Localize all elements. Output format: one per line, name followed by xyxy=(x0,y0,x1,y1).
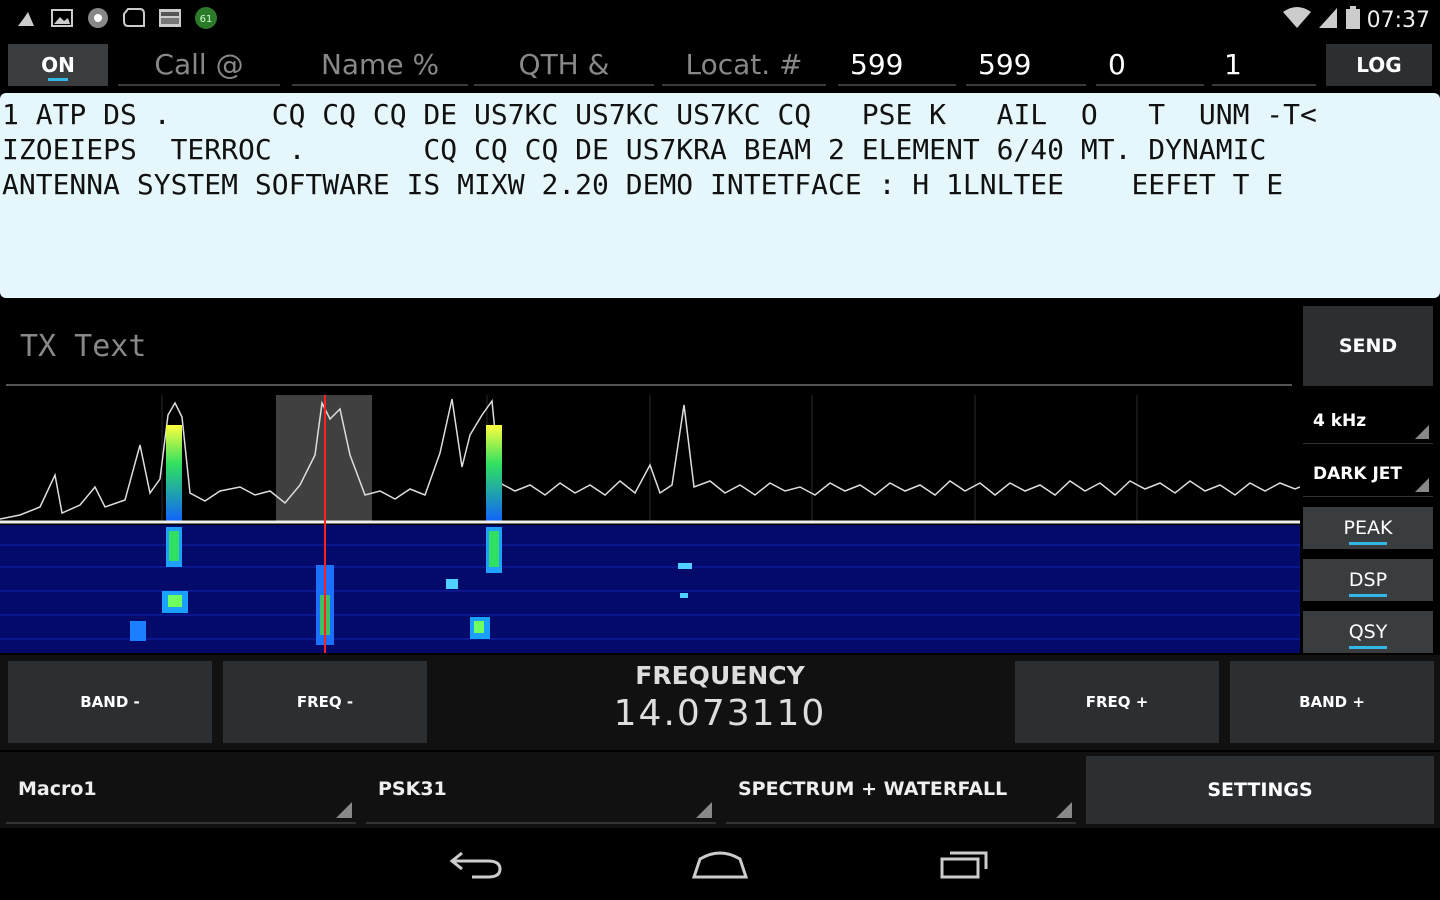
rx-line: IZOEIEPS TERROC . CQ CQ CQ DE US7KRA BEA… xyxy=(2,133,1267,166)
signal-icon xyxy=(1317,6,1339,34)
on-toggle-button[interactable]: ON xyxy=(8,44,108,86)
notification-icon: 61 xyxy=(194,6,218,30)
clock: 07:37 xyxy=(1366,7,1430,33)
freq-down-button[interactable]: FREQ - xyxy=(223,661,427,743)
usb-icon xyxy=(14,6,38,30)
log-button[interactable]: LOG xyxy=(1326,44,1432,86)
spectrum-svg xyxy=(0,395,1300,653)
tx-text-input[interactable] xyxy=(6,308,1292,386)
rst-sent-field[interactable]: 599 xyxy=(838,44,956,86)
peak-label: PEAK xyxy=(1343,517,1393,539)
settings-button[interactable]: SETTINGS xyxy=(1086,756,1434,824)
freq-up-button[interactable]: FREQ + xyxy=(1015,661,1219,743)
rst-rcvd-field[interactable]: 599 xyxy=(966,44,1086,86)
rx-line: 1 ATP DS . CQ CQ CQ DE US7KC US7KC US7KC… xyxy=(2,98,1317,131)
dsp-button[interactable]: DSP xyxy=(1303,559,1433,601)
shape-icon xyxy=(122,6,146,30)
qso-fields-bar: ON Call @ Name % QTH & Locat. # 599 599 … xyxy=(0,40,1440,90)
qsy-button[interactable]: QSY xyxy=(1303,611,1433,653)
locator-field[interactable]: Locat. # xyxy=(662,44,826,86)
wifi-icon xyxy=(1282,6,1311,34)
signal-peak xyxy=(486,425,502,523)
frequency-row: BAND - FREQ - FREQUENCY 14.073110 FREQ +… xyxy=(0,655,1440,750)
settings-dot-icon xyxy=(86,6,110,30)
frequency-label: FREQUENCY xyxy=(635,661,805,690)
bandwidth-select[interactable]: 4 kHz xyxy=(1303,398,1433,444)
rx-text-area[interactable]: 1 ATP DS . CQ CQ CQ DE US7KC US7KC US7KC… xyxy=(0,93,1440,298)
keyboard-icon xyxy=(158,6,182,30)
palette-select[interactable]: DARK JET xyxy=(1303,451,1433,497)
mode-select[interactable]: PSK31 xyxy=(366,756,716,824)
selection-row: Macro1 PSK31 SPECTRUM + WATERFALL SETTIN… xyxy=(0,752,1440,828)
navigation-bar xyxy=(0,830,1440,900)
system-status: 07:37 xyxy=(1282,6,1430,34)
rx-line: ANTENNA SYSTEM SOFTWARE IS MIXW 2.20 DEM… xyxy=(2,168,1284,201)
band-down-button[interactable]: BAND - xyxy=(8,661,212,743)
dsp-indicator xyxy=(1349,594,1387,597)
status-bar: 61 07:37 xyxy=(0,0,1440,40)
spectrum-waterfall-display[interactable] xyxy=(0,395,1300,653)
name-field[interactable]: Name % xyxy=(292,44,468,86)
qsy-indicator xyxy=(1349,646,1387,649)
back-icon[interactable] xyxy=(446,844,506,884)
counter-field-2[interactable]: 1 xyxy=(1212,44,1316,86)
call-field[interactable]: Call @ xyxy=(118,44,280,86)
send-button[interactable]: SEND xyxy=(1303,306,1433,386)
tx-area xyxy=(0,300,1300,392)
notification-icons: 61 xyxy=(14,6,218,30)
svg-text:61: 61 xyxy=(200,14,213,25)
qth-field[interactable]: QTH & xyxy=(474,44,654,86)
frequency-value: 14.073110 xyxy=(613,693,827,734)
recents-icon[interactable] xyxy=(934,844,994,884)
band-up-button[interactable]: BAND + xyxy=(1230,661,1434,743)
dsp-label: DSP xyxy=(1348,569,1388,591)
counter-field-1[interactable]: 0 xyxy=(1096,44,1204,86)
macro-select[interactable]: Macro1 xyxy=(6,756,356,824)
qsy-label: QSY xyxy=(1348,621,1388,643)
peak-button[interactable]: PEAK xyxy=(1303,507,1433,549)
peak-indicator xyxy=(1349,542,1387,545)
battery-icon xyxy=(1345,6,1361,34)
signal-peak xyxy=(166,425,182,523)
home-icon[interactable] xyxy=(690,844,750,884)
image-icon xyxy=(50,6,74,30)
view-select[interactable]: SPECTRUM + WATERFALL xyxy=(726,756,1076,824)
